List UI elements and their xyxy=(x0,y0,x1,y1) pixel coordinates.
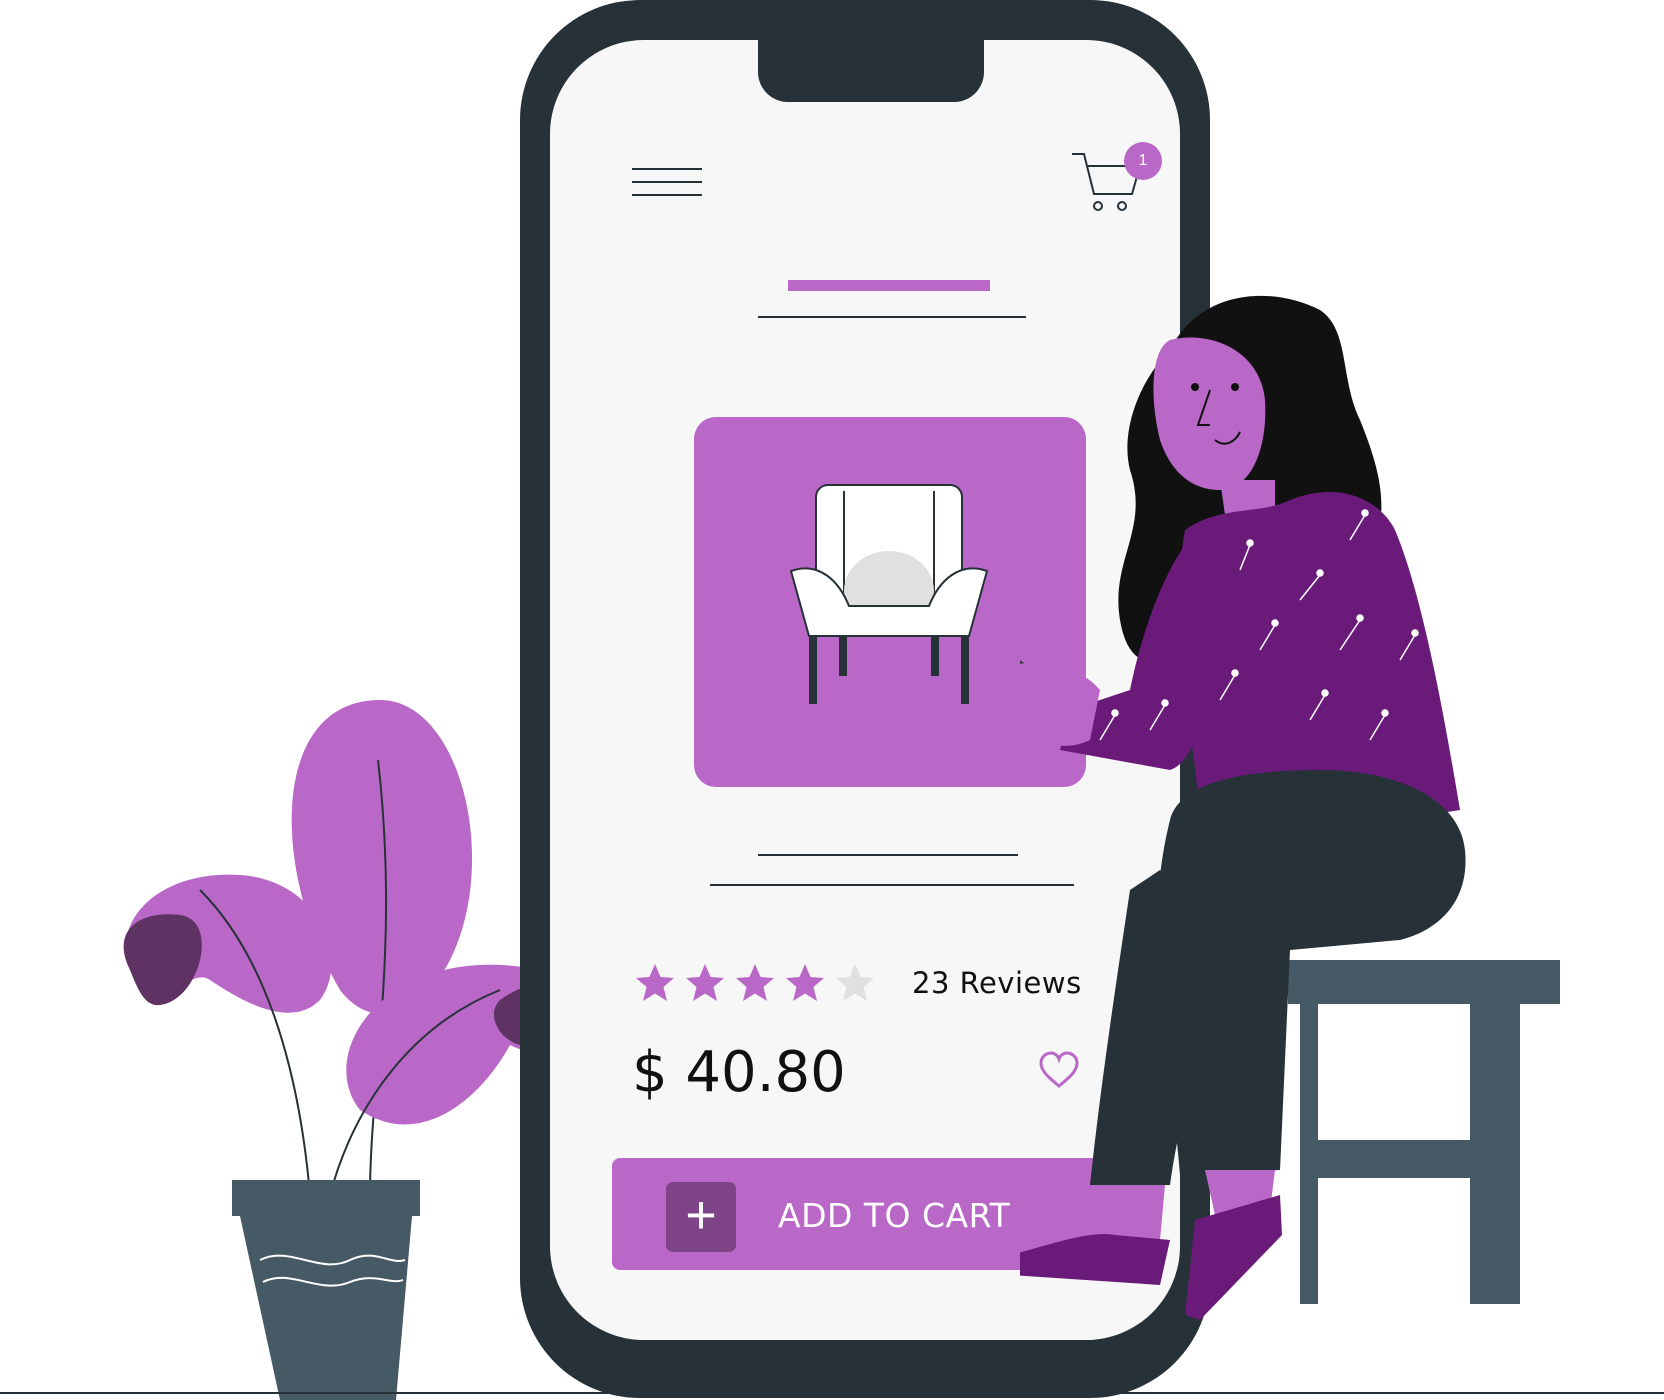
product-title-placeholder xyxy=(788,280,990,291)
hamburger-menu-icon[interactable] xyxy=(632,168,702,204)
star-rating[interactable] xyxy=(630,961,880,1005)
star-filled-icon[interactable] xyxy=(780,961,830,1005)
star-filled-icon[interactable] xyxy=(630,961,680,1005)
add-to-cart-label: ADD TO CART xyxy=(778,1196,1011,1235)
woman-illustration xyxy=(1020,295,1560,1320)
star-filled-icon[interactable] xyxy=(730,961,780,1005)
product-price: $ 40.80 xyxy=(632,1040,846,1105)
plus-icon: + xyxy=(666,1182,736,1252)
phone-notch xyxy=(758,40,984,102)
illustration-scene: 1 23 Reviews $ 40.80 + ADD TO CART xyxy=(0,0,1664,1400)
floor-line xyxy=(0,1392,1664,1394)
cart-count-badge: 1 xyxy=(1124,142,1162,180)
description-placeholder-line xyxy=(758,854,1018,856)
armchair-icon xyxy=(789,484,989,704)
star-empty-icon[interactable] xyxy=(830,961,880,1005)
star-filled-icon[interactable] xyxy=(680,961,730,1005)
product-subtitle-placeholder xyxy=(758,316,1026,318)
